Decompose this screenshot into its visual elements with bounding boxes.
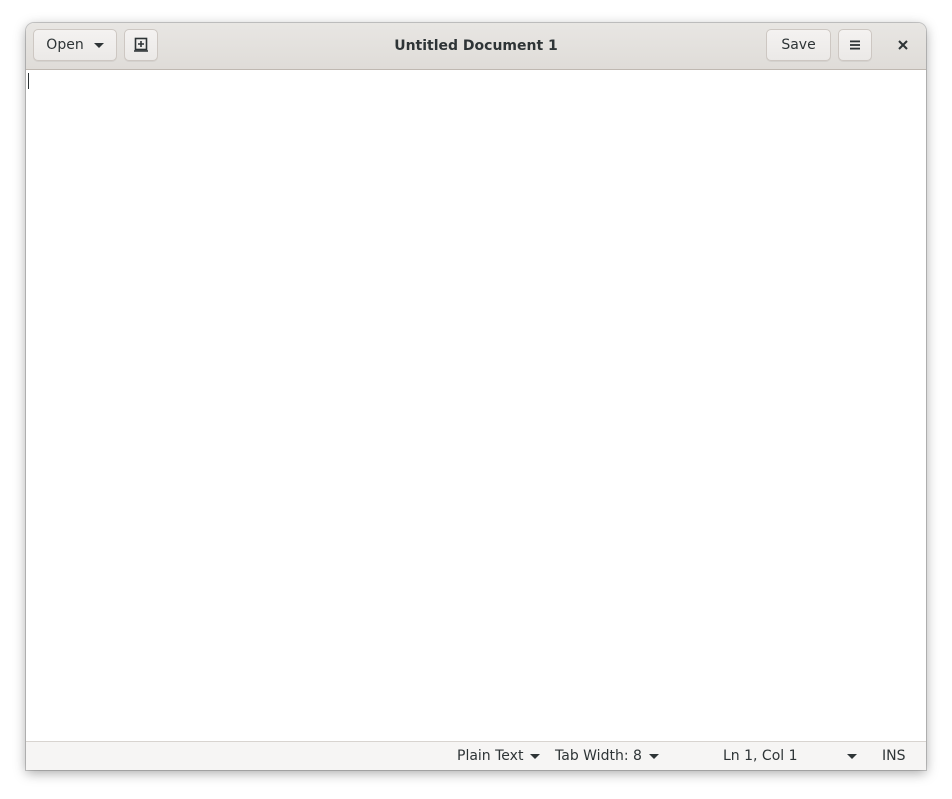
hamburger-menu-icon xyxy=(850,40,860,50)
text-cursor xyxy=(28,73,29,89)
open-button[interactable]: Open xyxy=(33,29,117,61)
cursor-position-button[interactable]: Ln 1, Col 1 xyxy=(723,742,798,770)
tab-width-label: Tab Width: 8 xyxy=(555,748,642,764)
close-icon xyxy=(898,40,908,50)
tab-width-selector[interactable]: Tab Width: 8 xyxy=(555,742,659,770)
text-editor-window: Open Untitled Document 1 Save Plain Text… xyxy=(26,23,926,770)
chevron-down-icon xyxy=(530,753,541,759)
close-button[interactable] xyxy=(888,29,918,61)
open-button-label: Open xyxy=(46,37,84,53)
new-document-icon xyxy=(134,37,148,52)
insert-mode-indicator: INS xyxy=(882,748,906,764)
main-menu-button[interactable] xyxy=(838,29,872,61)
header-bar: Open Untitled Document 1 Save xyxy=(26,23,926,70)
chevron-down-icon xyxy=(93,42,104,48)
language-selector[interactable]: Plain Text xyxy=(457,742,541,770)
text-editor-area[interactable] xyxy=(26,70,926,742)
cursor-position-dropdown[interactable] xyxy=(840,742,857,770)
chevron-down-icon xyxy=(648,753,659,759)
new-document-button[interactable] xyxy=(124,29,158,61)
save-button[interactable]: Save xyxy=(766,29,831,61)
chevron-down-icon xyxy=(847,753,857,759)
cursor-position-label: Ln 1, Col 1 xyxy=(723,748,798,764)
language-label: Plain Text xyxy=(457,748,524,764)
status-bar: Plain Text Tab Width: 8 Ln 1, Col 1 INS xyxy=(26,741,926,770)
